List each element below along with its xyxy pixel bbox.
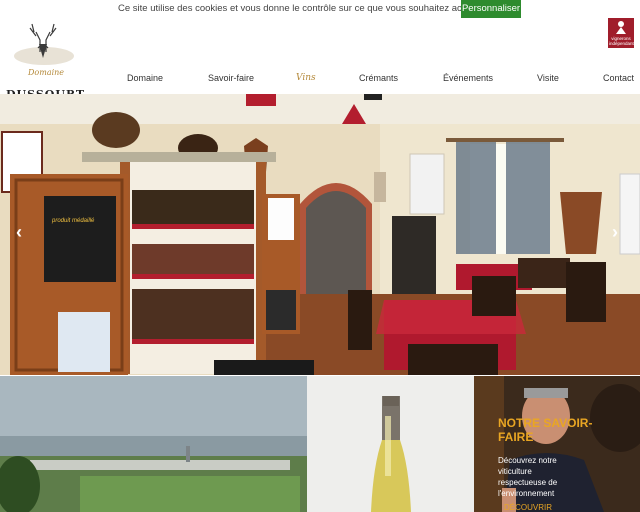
main-nav: Domaine Savoir-faire Vins Crémants Événe… [0,73,640,85]
nav-savoir-faire[interactable]: Savoir-faire [208,73,254,83]
feature-tiles: NOTRE SAVOIR-FAIRE Découvrez notre vitic… [0,376,640,512]
poster-text: produit médaillé [52,218,95,224]
nav-domaine[interactable]: Domaine [127,73,163,83]
cookie-customize-button[interactable]: Personnaliser [461,0,521,18]
wine-bottle-photo [307,376,474,512]
vigneron-icon [616,21,626,34]
tile-savoir-faire[interactable]: NOTRE SAVOIR-FAIRE Découvrez notre vitic… [474,376,640,512]
badge-line2: indépendants [609,41,637,46]
nav-visite[interactable]: Visite [537,73,559,83]
tile-wine-bottle[interactable] [307,376,474,512]
tile-landscape[interactable] [0,376,307,512]
tile3-discover-link[interactable]: DÉCOUVRIR [504,503,552,512]
vignerons-independants-badge[interactable]: vignerons indépendants [608,18,637,48]
nav-cremants[interactable]: Crémants [359,73,398,83]
nav-evenements[interactable]: Événements [443,73,493,83]
landscape-photo [0,376,307,512]
cookie-banner: Ce site utilise des cookies et vous donn… [0,0,640,18]
hero-slider: ‹ › [0,94,640,375]
cookie-message: Ce site utilise des cookies et vous donn… [118,3,482,14]
stag-icon [14,23,74,65]
badge-label: vignerons indépendants [609,36,637,46]
nav-vins[interactable]: Vins [296,73,316,83]
tile3-title: NOTRE SAVOIR-FAIRE [498,416,593,444]
wine-shop-photo [0,94,640,375]
slider-prev-button[interactable]: ‹ [16,222,22,243]
slider-next-button[interactable]: › [612,222,618,243]
nav-contact[interactable]: Contact [603,73,634,83]
tile3-description: Découvrez notre viticulture respectueuse… [498,456,558,498]
